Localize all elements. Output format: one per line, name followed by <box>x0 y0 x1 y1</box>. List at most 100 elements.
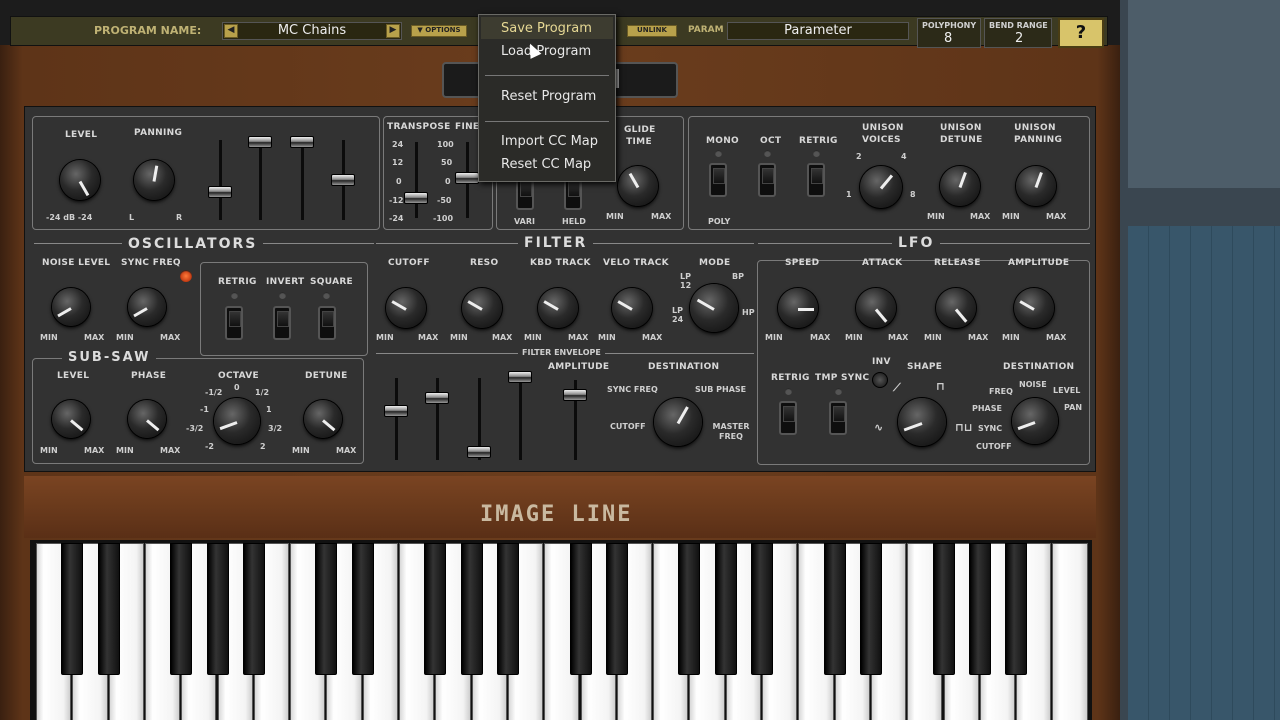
unlink-button[interactable]: UNLINK <box>627 25 677 37</box>
menu-save-program[interactable]: Save Program <box>501 21 592 36</box>
black-key[interactable] <box>823 543 846 675</box>
filter-mode-knob[interactable] <box>690 284 738 332</box>
ldest-phase: PHASE <box>972 404 1002 413</box>
black-key[interactable] <box>351 543 374 675</box>
osc-invert-led <box>279 292 286 299</box>
black-key[interactable] <box>242 543 265 675</box>
kbd-track-label: KBD TRACK <box>530 258 591 268</box>
cutoff-label: CUTOFF <box>388 258 430 268</box>
lfo-attack-knob[interactable] <box>856 288 896 328</box>
black-key[interactable] <box>714 543 737 675</box>
lfo-tmp-sync-switch[interactable] <box>829 401 847 435</box>
mode-hp-label: HP <box>742 308 755 317</box>
glide-max-label: MAX <box>651 212 672 221</box>
next-program-button[interactable]: ▶ <box>386 24 400 38</box>
prev-program-button[interactable]: ◀ <box>224 24 238 38</box>
lfo-inv-button[interactable] <box>872 372 888 388</box>
program-name-field[interactable]: MC Chains <box>222 22 402 40</box>
black-key[interactable] <box>751 543 773 675</box>
osc-square-switch[interactable] <box>318 306 336 340</box>
black-key[interactable] <box>968 543 991 675</box>
kbd-track-knob[interactable] <box>538 288 578 328</box>
fenv-amplitude-fader[interactable] <box>563 389 587 401</box>
detune-knob[interactable] <box>304 400 342 438</box>
param-field[interactable]: Parameter <box>727 22 909 40</box>
osc-env-attack-fader[interactable] <box>208 186 232 198</box>
black-key[interactable] <box>97 543 120 675</box>
oct-label: OCT <box>760 136 782 146</box>
options-button[interactable]: ▼ OPTIONS <box>411 25 467 37</box>
fdest-sub-phase: SUB PHASE <box>695 385 747 394</box>
black-key[interactable] <box>859 543 882 675</box>
polyphony-box[interactable]: POLYPHONY 8 <box>917 18 981 48</box>
white-key[interactable] <box>1052 543 1088 720</box>
menu-import-cc-map[interactable]: Import CC Map <box>501 134 598 149</box>
bend-range-box[interactable]: BEND RANGE 2 <box>984 18 1052 48</box>
black-key[interactable] <box>569 543 592 675</box>
reso-max-label: MAX <box>492 333 513 342</box>
black-key[interactable] <box>315 543 338 675</box>
poly-label: POLY <box>708 217 731 226</box>
panning-knob[interactable] <box>134 160 174 200</box>
lfo-tmp-sync-label: TMP SYNC <box>815 373 870 383</box>
unison-detune-knob[interactable] <box>940 166 980 206</box>
menu-reset-program[interactable]: Reset Program <box>501 89 596 104</box>
black-key[interactable] <box>170 543 193 675</box>
lfo-tmp-sync-led <box>835 388 842 395</box>
noise-level-knob[interactable] <box>52 288 90 326</box>
octave-knob[interactable] <box>214 398 260 444</box>
osc-env-decay-fader[interactable] <box>248 136 272 148</box>
black-key[interactable] <box>206 543 229 675</box>
level-knob[interactable] <box>60 160 100 200</box>
black-key[interactable] <box>496 543 519 675</box>
cutoff-knob[interactable] <box>386 288 426 328</box>
sync-freq-knob[interactable] <box>128 288 166 326</box>
lfo-shape-knob[interactable] <box>898 398 946 446</box>
unison-panning-knob[interactable] <box>1016 166 1056 206</box>
fenv-decay-fader[interactable] <box>425 392 449 404</box>
osc-retrig-switch[interactable] <box>225 306 243 340</box>
black-key[interactable] <box>61 543 84 675</box>
lfo-amplitude-knob[interactable] <box>1014 288 1054 328</box>
black-key[interactable] <box>605 543 628 675</box>
black-key[interactable] <box>678 543 701 675</box>
black-key[interactable] <box>424 543 447 675</box>
retrig-switch[interactable] <box>807 163 825 197</box>
black-key[interactable] <box>1005 543 1028 675</box>
transpose-fader[interactable] <box>404 192 428 204</box>
bend-range-value: 2 <box>1015 31 1024 46</box>
ud-min-label: MIN <box>927 212 945 221</box>
oct-tick-32: 3/2 <box>268 424 283 433</box>
fenv-release-fader[interactable] <box>508 371 532 383</box>
osc-env-decay-track <box>259 140 262 220</box>
oct-tick-m32: -3/2 <box>186 424 204 433</box>
glide-time-knob[interactable] <box>618 166 658 206</box>
oct-switch[interactable] <box>758 163 776 197</box>
black-key[interactable] <box>460 543 483 675</box>
fenv-attack-fader[interactable] <box>384 405 408 417</box>
help-button[interactable]: ? <box>1058 18 1104 48</box>
menu-load-program[interactable]: Load Program <box>501 44 591 59</box>
black-key[interactable] <box>932 543 955 675</box>
osc-env-sustain-fader[interactable] <box>290 136 314 148</box>
velo-track-knob[interactable] <box>612 288 652 328</box>
osc-invert-label: INVERT <box>266 277 305 287</box>
unison-voices-knob[interactable] <box>860 166 902 208</box>
lfo-speed-knob[interactable] <box>778 288 818 328</box>
lfo-destination-knob[interactable] <box>1012 398 1058 444</box>
menu-reset-cc-map[interactable]: Reset CC Map <box>501 157 591 172</box>
ssl-min-label: MIN <box>40 446 58 455</box>
program-name-label: PROGRAM NAME: <box>94 24 202 37</box>
ssp-max-label: MAX <box>160 446 181 455</box>
fenv-sustain-fader[interactable] <box>467 446 491 458</box>
subsaw-phase-knob[interactable] <box>128 400 166 438</box>
lfo-release-knob[interactable] <box>936 288 976 328</box>
osc-env-release-fader[interactable] <box>331 174 355 186</box>
mono-poly-switch[interactable] <box>709 163 727 197</box>
lfo-retrig-switch[interactable] <box>779 401 797 435</box>
fenv-destination-knob[interactable] <box>654 398 702 446</box>
reso-knob[interactable] <box>462 288 502 328</box>
subsaw-level-knob[interactable] <box>52 400 90 438</box>
fine-fader[interactable] <box>455 172 479 184</box>
osc-invert-switch[interactable] <box>273 306 291 340</box>
